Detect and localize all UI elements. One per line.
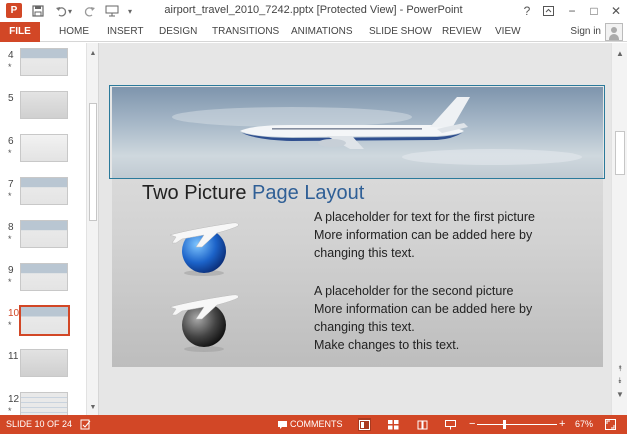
slide-sorter-icon[interactable]: [387, 418, 400, 431]
tab-view[interactable]: VIEW: [495, 22, 521, 42]
text-line: changing this text.: [314, 320, 415, 334]
text-line: changing this text.: [314, 246, 415, 260]
text-line: Make changes to this text.: [314, 338, 460, 352]
thumbnail-number: 8: [8, 222, 14, 233]
comments-button[interactable]: COMMENTS: [290, 415, 343, 434]
thumbnail-number: 4: [8, 50, 14, 61]
thumbnail-image: [20, 263, 68, 291]
tab-review[interactable]: REVIEW: [442, 22, 481, 42]
next-slide-icon[interactable]: ⯯: [612, 375, 627, 387]
help-button[interactable]: ?: [517, 2, 537, 20]
thumbnail-image: [20, 48, 68, 76]
thumbnail-image: [20, 134, 68, 162]
slide-title[interactable]: Two Picture Page Layout: [142, 182, 364, 205]
scroll-down-icon[interactable]: ▼: [612, 388, 627, 400]
tab-transitions[interactable]: TRANSITIONS: [212, 22, 279, 42]
slide-counter: SLIDE 10 OF 24: [6, 419, 73, 429]
animation-star-icon: *: [8, 320, 12, 330]
thumbnail-slide-9[interactable]: 9 *: [0, 263, 86, 303]
zoom-slider-track[interactable]: [477, 424, 557, 425]
thumbnail-slide-11[interactable]: 11: [0, 349, 86, 389]
tab-home[interactable]: HOME: [59, 22, 89, 42]
slide-title-part2: Page Layout: [252, 182, 365, 204]
animation-star-icon: *: [8, 406, 12, 415]
scroll-up-icon[interactable]: ▲: [612, 47, 627, 59]
thumbnail-number: 10: [8, 308, 20, 319]
zoom-out-button[interactable]: −: [469, 415, 475, 434]
tab-animations[interactable]: ANIMATIONS: [291, 22, 352, 42]
thumbnail-image: [20, 220, 68, 248]
thumbnail-slide-5[interactable]: 5: [0, 91, 86, 131]
comments-icon[interactable]: [276, 418, 289, 431]
thumbnail-slide-8[interactable]: 8 *: [0, 220, 86, 260]
minimize-button[interactable]: −: [562, 2, 582, 20]
text-line: A placeholder for the second picture: [314, 284, 514, 298]
thumbnail-image: [20, 392, 68, 415]
animation-star-icon: *: [8, 62, 12, 72]
ribbon-display-options-icon[interactable]: [538, 2, 558, 20]
thumbnail-slide-4[interactable]: 4 *: [0, 48, 86, 88]
dark-globe-plane-picture[interactable]: [162, 285, 242, 355]
slide-title-part1: Two Picture: [142, 182, 247, 204]
text-line: More information can be added here by: [314, 302, 533, 316]
tab-insert[interactable]: INSERT: [107, 22, 144, 42]
avatar[interactable]: [605, 23, 623, 41]
image-selection-frame: [109, 85, 605, 179]
scrollbar-thumb[interactable]: [615, 131, 625, 175]
zoom-in-button[interactable]: +: [559, 415, 565, 434]
text-line: More information can be added here by: [314, 228, 533, 242]
thumbnail-number: 9: [8, 265, 14, 276]
thumbnail-number: 5: [8, 93, 14, 104]
slide-show-icon[interactable]: [444, 418, 457, 431]
scrollbar-thumb[interactable]: [89, 103, 97, 221]
thumbnail-slide-6[interactable]: 6 *: [0, 134, 86, 174]
thumbnail-image: [20, 177, 68, 205]
thumbnail-number: 6: [8, 136, 14, 147]
reading-view-icon[interactable]: [416, 418, 429, 431]
spelling-check-icon[interactable]: [79, 418, 92, 431]
scroll-up-icon[interactable]: ▲: [87, 47, 99, 59]
slide-thumbnails-pane[interactable]: 4 * 5 6 * 7 * 8 * 9 * 10 * 11 12 *: [0, 43, 99, 415]
thumbnail-number: 12: [8, 394, 20, 405]
text-line: A placeholder for text for the first pic…: [314, 210, 535, 224]
thumbnail-number: 11: [8, 351, 19, 362]
animation-star-icon: *: [8, 148, 12, 158]
tab-design[interactable]: DESIGN: [159, 22, 197, 42]
text-block-second-picture[interactable]: A placeholder for the second picture Mor…: [314, 282, 532, 354]
status-bar: SLIDE 10 OF 24 COMMENTS − + 67%: [0, 415, 627, 434]
thumbnails-scrollbar[interactable]: ▲ ▼: [86, 43, 98, 415]
slide-scrollbar[interactable]: ▲ ⯭ ⯯ ▼: [611, 43, 627, 415]
thumbnail-slide-10[interactable]: 10 *: [0, 305, 86, 346]
thumbnail-image: [20, 91, 68, 119]
previous-slide-icon[interactable]: ⯭: [612, 363, 627, 375]
slide-editing-area[interactable]: Two Picture Page Layout A placeholder fo…: [99, 43, 611, 415]
zoom-level[interactable]: 67%: [575, 415, 593, 434]
tab-slide-show[interactable]: SLIDE SHOW: [369, 22, 432, 42]
close-button[interactable]: ✕: [606, 2, 626, 20]
normal-view-icon[interactable]: [358, 418, 371, 431]
fit-to-window-icon[interactable]: [604, 418, 617, 431]
scroll-down-icon[interactable]: ▼: [87, 401, 99, 413]
title-bar: P ▾ ▾ airport_travel_2010_7242.pptx [Pro…: [0, 0, 627, 22]
thumbnail-slide-12[interactable]: 12 *: [0, 392, 86, 415]
animation-star-icon: *: [8, 191, 12, 201]
thumbnail-slide-7[interactable]: 7 *: [0, 177, 86, 217]
thumbnail-number: 7: [8, 179, 14, 190]
text-block-first-picture[interactable]: A placeholder for text for the first pic…: [314, 208, 535, 262]
sign-in-link[interactable]: Sign in: [570, 22, 601, 42]
animation-star-icon: *: [8, 277, 12, 287]
current-slide[interactable]: Two Picture Page Layout A placeholder fo…: [109, 85, 605, 367]
thumbnail-image: [19, 305, 70, 336]
ribbon-tabs: FILE HOME INSERT DESIGN TRANSITIONS ANIM…: [0, 22, 627, 42]
zoom-slider-knob[interactable]: [503, 420, 506, 429]
restore-button[interactable]: □: [584, 2, 604, 20]
animation-star-icon: *: [8, 234, 12, 244]
blue-globe-plane-picture[interactable]: [162, 213, 242, 277]
thumbnail-image: [20, 349, 68, 377]
tab-file[interactable]: FILE: [0, 22, 40, 42]
